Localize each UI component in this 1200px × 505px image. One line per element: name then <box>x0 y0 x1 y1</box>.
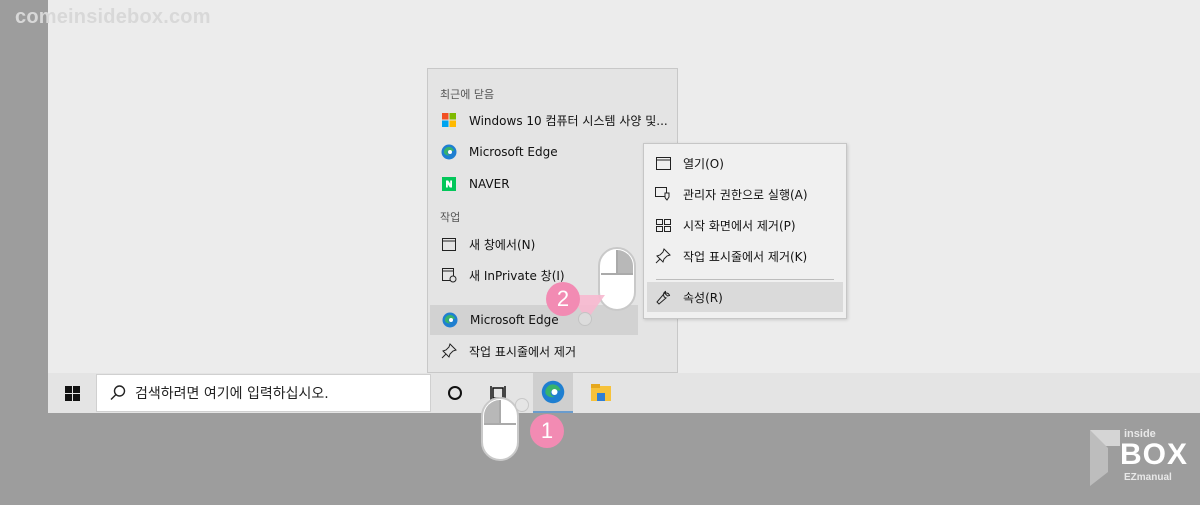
logo-text-box: BOX <box>1120 438 1189 471</box>
taskbar: 검색하려면 여기에 입력하십시오. <box>48 373 1200 413</box>
jump-item-label: Microsoft Edge <box>469 145 558 159</box>
task-label: 새 InPrivate 창(I) <box>469 268 565 283</box>
jump-app-label: Microsoft Edge <box>470 313 559 327</box>
logo-text-bottom: EZmanual <box>1124 472 1172 483</box>
taskbar-file-explorer-button[interactable] <box>581 373 621 413</box>
edge-icon <box>442 312 458 328</box>
jump-item-label: NAVER <box>469 177 510 191</box>
inprivate-window-icon <box>441 267 457 283</box>
recent-closed-header: 최근에 닫음 <box>440 88 495 101</box>
menu-item-unpin-taskbar[interactable]: 작업 표시줄에서 제거(K) <box>647 241 843 271</box>
edge-icon <box>441 144 457 160</box>
insidebox-logo: inside BOX EZmanual <box>1090 428 1189 490</box>
edge-icon <box>541 380 565 404</box>
edge-jump-list: 최근에 닫음 Windows 10 컴퓨터 시스템 사양 및... Micros… <box>427 68 678 373</box>
menu-item-label: 작업 표시줄에서 제거(K) <box>683 249 808 264</box>
watermark-text: comeinsidebox.com <box>15 6 211 28</box>
click-point-marker <box>578 312 592 326</box>
search-icon <box>109 384 127 402</box>
window-icon <box>655 155 671 171</box>
tasks-header: 작업 <box>440 211 461 224</box>
click-point-marker <box>515 398 529 412</box>
jump-unpin-taskbar[interactable]: 작업 표시줄에서 제거 <box>429 336 676 366</box>
admin-shield-icon <box>655 186 671 202</box>
menu-item-label: 열기(O) <box>683 156 724 171</box>
menu-item-unpin-start[interactable]: 시작 화면에서 제거(P) <box>647 210 843 240</box>
unpin-icon <box>441 343 457 359</box>
task-label: 새 창에서(N) <box>469 237 536 252</box>
jump-item-label: Windows 10 컴퓨터 시스템 사양 및... <box>469 113 668 128</box>
cortana-circle-icon <box>448 386 462 400</box>
wrench-icon <box>655 289 671 305</box>
step-1-badge: 1 <box>530 414 564 448</box>
cortana-button[interactable] <box>435 373 475 413</box>
menu-item-properties[interactable]: 속성(R) <box>647 282 843 312</box>
search-box[interactable]: 검색하려면 여기에 입력하십시오. <box>96 374 431 412</box>
search-placeholder: 검색하려면 여기에 입력하십시오. <box>135 386 329 402</box>
jump-item-naver[interactable]: NAVER <box>429 169 676 199</box>
menu-item-label: 관리자 권한으로 실행(A) <box>683 187 808 202</box>
menu-item-open[interactable]: 열기(O) <box>647 148 843 178</box>
edge-context-menu: 열기(O) 관리자 권한으로 실행(A) 시작 화면에서 제거(P) 작업 표시… <box>643 143 847 319</box>
taskbar-edge-button[interactable] <box>533 373 573 413</box>
start-button[interactable] <box>48 373 96 413</box>
start-tiles-icon <box>655 217 671 233</box>
microsoft-logo-icon <box>441 112 457 128</box>
unpin-label: 작업 표시줄에서 제거 <box>469 344 576 359</box>
file-explorer-icon <box>591 384 611 401</box>
step-2-badge: 2 <box>546 282 580 316</box>
window-icon <box>441 236 457 252</box>
menu-item-label: 시작 화면에서 제거(P) <box>683 218 796 233</box>
unpin-icon <box>655 248 671 264</box>
menu-separator <box>656 279 834 280</box>
naver-icon <box>441 176 457 192</box>
windows-logo-icon <box>64 385 80 401</box>
menu-item-label: 속성(R) <box>683 290 723 305</box>
menu-item-run-as-admin[interactable]: 관리자 권한으로 실행(A) <box>647 179 843 209</box>
jump-item-edge[interactable]: Microsoft Edge <box>429 137 676 167</box>
jump-item-windows-spec[interactable]: Windows 10 컴퓨터 시스템 사양 및... <box>429 105 676 135</box>
